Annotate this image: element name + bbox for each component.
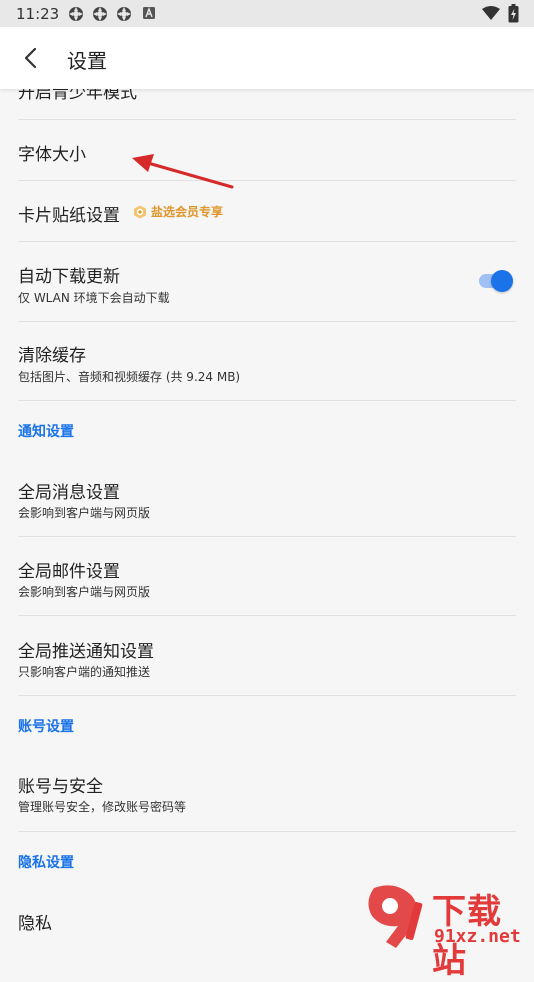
settings-item-title: 全局消息设置 — [18, 483, 120, 503]
divider — [18, 695, 516, 696]
auto-update-toggle[interactable] — [477, 269, 513, 293]
section-header-account: 账号设置 — [18, 719, 74, 735]
settings-item-clear-cache[interactable]: 清除缓存 包括图片、音频和视频缓存 (共 9.24 MB) — [0, 322, 534, 400]
back-arrow-icon[interactable] — [18, 45, 44, 71]
settings-item-card-sticker[interactable]: 卡片贴纸设置 盐选会员专享 — [0, 181, 534, 241]
settings-item-title: 自动下载更新 — [18, 267, 120, 287]
vip-badge-label: 盐选会员专享 — [151, 205, 224, 219]
section-header-privacy: 隐私设置 — [18, 855, 74, 871]
settings-item-title: 清除缓存 — [18, 346, 86, 366]
status-time: 11:23 — [16, 5, 60, 23]
settings-item-subtitle: 仅 WLAN 环境下会自动下载 — [18, 291, 170, 305]
font-app-icon — [143, 7, 155, 19]
settings-item-title: 卡片贴纸设置 — [18, 206, 120, 226]
settings-item-title: 字体大小 — [18, 145, 86, 165]
section-header-notification: 通知设置 — [18, 424, 74, 440]
watermark: 下载站 91xz.net — [360, 882, 534, 981]
settings-item-subtitle: 包括图片、音频和视频缓存 (共 9.24 MB) — [18, 370, 241, 384]
settings-item-account-security[interactable]: 账号与安全 管理账号安全，修改账号密码等 — [0, 753, 534, 831]
app-notification-icon — [93, 7, 107, 21]
settings-item-global-push[interactable]: 全局推送通知设置 只影响客户端的通知推送 — [0, 616, 534, 695]
settings-item-title: 隐私 — [18, 914, 52, 934]
wifi-icon — [482, 6, 500, 20]
toggle-knob — [491, 270, 513, 292]
divider — [18, 400, 516, 401]
settings-item-auto-update[interactable]: 自动下载更新 仅 WLAN 环境下会自动下载 — [0, 242, 534, 320]
vip-badge-icon — [134, 205, 146, 219]
settings-list[interactable]: 开启青少年模式 字体大小 卡片贴纸设置 盐选会员专享 自动下载更新 仅 WLAN… — [0, 89, 534, 950]
settings-item-title: 开启青少年模式 — [18, 89, 137, 103]
settings-item-global-email[interactable]: 全局邮件设置 会影响到客户端与网页版 — [0, 537, 534, 615]
settings-item-title: 全局推送通知设置 — [18, 642, 154, 662]
settings-item-global-message[interactable]: 全局消息设置 会影响到客户端与网页版 — [0, 458, 534, 536]
app-notification-icon — [69, 7, 83, 21]
app-bar: 设置 — [0, 27, 534, 89]
status-bar: 11:23 — [0, 0, 534, 27]
settings-item-subtitle: 会影响到客户端与网页版 — [18, 585, 151, 599]
settings-item-subtitle: 管理账号安全，修改账号密码等 — [18, 800, 187, 814]
settings-item-title: 全局邮件设置 — [18, 562, 120, 582]
divider — [18, 831, 516, 832]
app-notification-icon — [117, 7, 131, 21]
watermark-url: 91xz.net — [434, 926, 521, 947]
settings-item-subtitle: 会影响到客户端与网页版 — [18, 506, 151, 520]
watermark-logo-icon — [368, 885, 423, 948]
settings-item-font-size[interactable]: 字体大小 — [0, 120, 534, 180]
settings-item-subtitle: 只影响客户端的通知推送 — [18, 665, 151, 679]
battery-charging-icon — [508, 4, 519, 23]
settings-item-title: 账号与安全 — [18, 777, 103, 797]
page-title: 设置 — [67, 49, 107, 73]
settings-item-teen-mode[interactable]: 开启青少年模式 — [0, 89, 534, 119]
